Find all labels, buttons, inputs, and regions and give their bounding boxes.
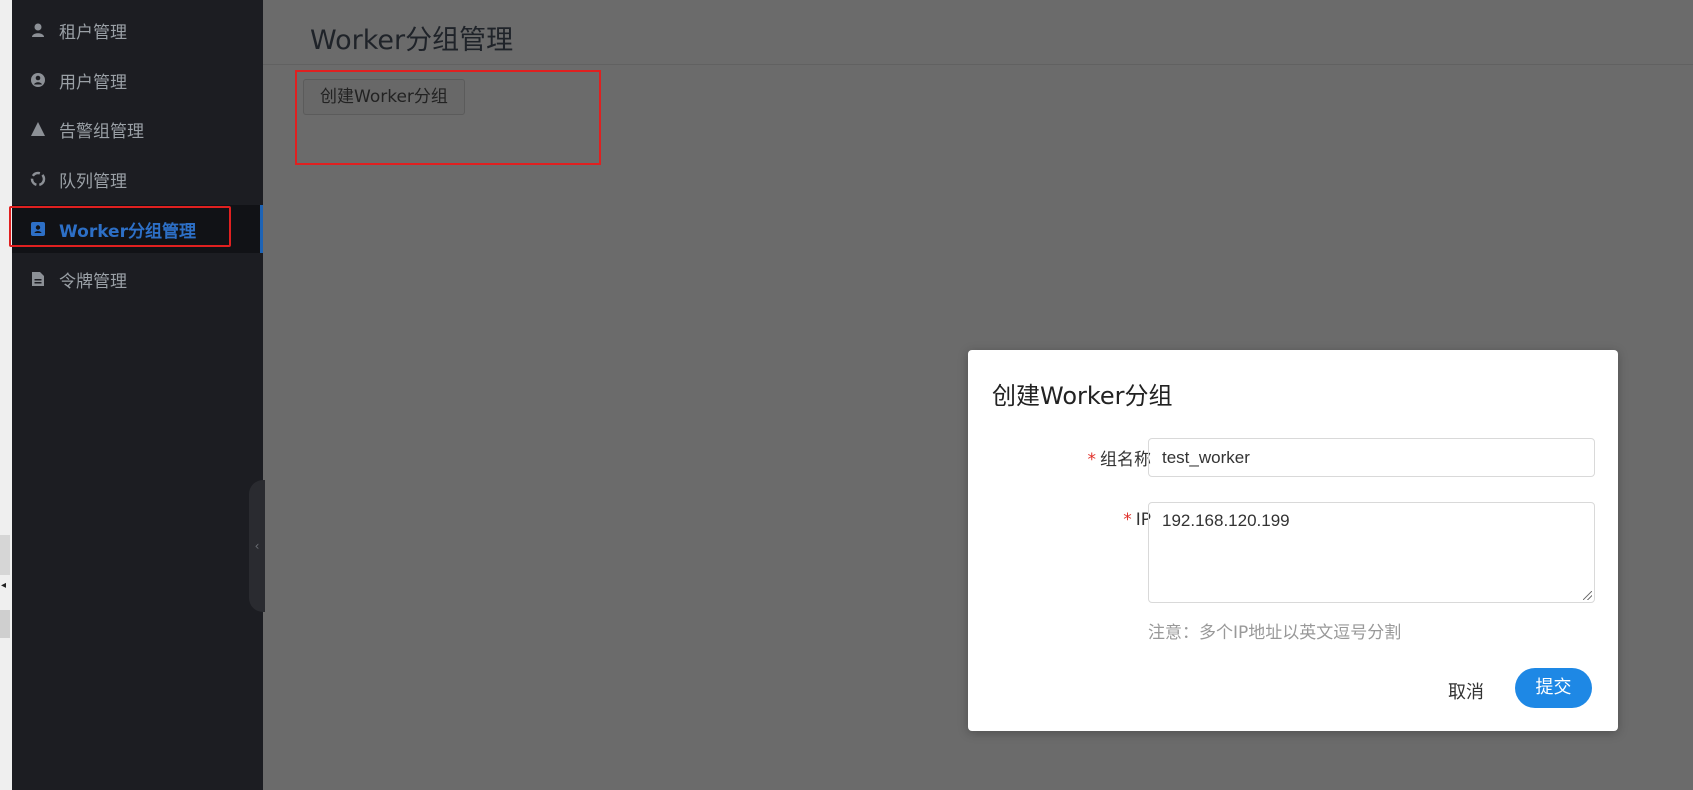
group-name-label-text: 组名称	[1100, 450, 1151, 470]
cancel-button[interactable]: 取消	[1440, 673, 1492, 713]
required-mark: *	[1087, 450, 1097, 470]
edge-mark	[0, 535, 10, 575]
user-icon	[30, 22, 46, 38]
highlight-box-create	[295, 70, 601, 165]
ip-textarea[interactable]: 192.168.120.199	[1148, 502, 1595, 603]
recycle-icon	[30, 171, 46, 187]
edge-glyph: ◂	[1, 580, 7, 591]
sidebar-item-queue[interactable]: 队列管理	[12, 155, 263, 203]
sidebar-item-tenant[interactable]: 租户管理	[12, 6, 263, 54]
submit-button[interactable]: 提交	[1515, 668, 1592, 708]
sidebar: 租户管理 用户管理 告警组管理 队列管理 Worker分组管理 令牌管理	[12, 0, 263, 790]
header-divider	[263, 64, 1693, 65]
sidebar-item-label: 租户管理	[59, 22, 127, 43]
user-circle-icon	[30, 72, 46, 88]
dialog-title: 创建Worker分组	[992, 382, 1173, 410]
warning-icon	[30, 121, 46, 137]
group-name-label: * 组名称	[1088, 445, 1152, 470]
highlight-box-sidebar	[9, 206, 231, 247]
file-icon	[30, 271, 46, 287]
ip-label: * IP	[1123, 510, 1151, 530]
page-title: Worker分组管理	[310, 25, 514, 56]
resize-grip-icon[interactable]	[1583, 591, 1592, 600]
sidebar-item-label: 队列管理	[59, 171, 127, 192]
ip-hint-text: 注意：多个IP地址以英文逗号分割	[1148, 623, 1402, 643]
sidebar-item-label: 告警组管理	[59, 121, 144, 142]
chevron-left-icon: ‹	[254, 539, 260, 553]
sidebar-item-alert-group[interactable]: 告警组管理	[12, 105, 263, 153]
ip-textarea-value: 192.168.120.199	[1162, 511, 1290, 530]
sidebar-collapse-handle[interactable]: ‹	[249, 480, 265, 612]
sidebar-item-label: 用户管理	[59, 72, 127, 93]
sidebar-item-user[interactable]: 用户管理	[12, 56, 263, 104]
required-mark: *	[1123, 510, 1132, 530]
create-worker-group-dialog: 创建Worker分组 * 组名称 test_worker * IP 192.168.…	[968, 350, 1618, 731]
edge-mark	[0, 610, 10, 638]
sidebar-item-label: 令牌管理	[59, 271, 127, 292]
group-name-input[interactable]: test_worker	[1148, 438, 1595, 477]
sidebar-item-token[interactable]: 令牌管理	[12, 255, 263, 303]
